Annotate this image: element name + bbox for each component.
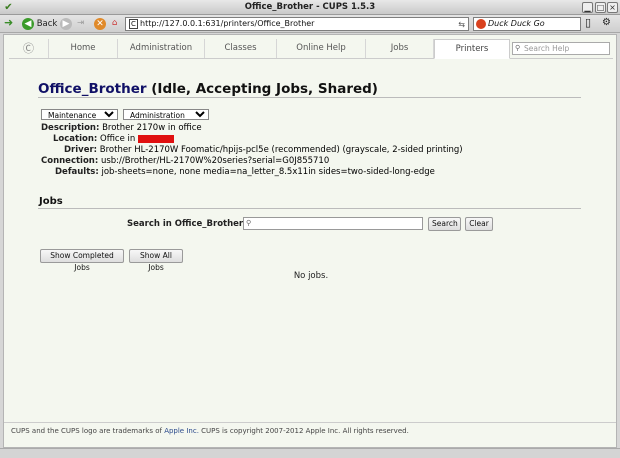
tools-icon[interactable]: ⚙ [602,17,611,28]
search-icon: ⚲ [246,219,252,227]
cups-tabbar: Ⓒ Home Administration Classes Online Hel… [9,39,613,59]
description-row: Description: Brother 2170w in office [41,123,202,133]
help-search-placeholder: Search Help [524,44,570,53]
forward-arrow-icon[interactable]: ➜ [4,16,13,29]
url-text: http://127.0.0.1:631/printers/Office_Bro… [140,19,315,28]
forward-button[interactable]: ▶ [60,18,72,30]
cups-page: Ⓒ Home Administration Classes Online Hel… [3,34,617,448]
page-favicon-icon: C [129,19,138,29]
clear-button[interactable]: Clear [465,217,493,231]
search-button[interactable]: Search [428,217,461,231]
search-engine-label: Duck Duck Go [488,19,545,28]
footer-suffix: CUPS is copyright 2007-2012 Apple Inc. A… [198,427,409,435]
home-icon[interactable]: ⌂ [112,18,117,28]
title-divider [38,97,581,98]
administration-select[interactable]: Administration [123,109,209,120]
page-footer: CUPS and the CUPS logo are trademarks of… [4,422,616,438]
location-row: Location: Office in [53,134,174,144]
back-arrow-icon: ◀ [22,18,34,30]
search-icon: ⚲ [515,44,521,52]
forward-icon: ▶ [60,18,72,30]
footer-prefix: CUPS and the CUPS logo are trademarks of [11,427,165,435]
no-jobs-message: No jobs. [293,271,329,281]
location-value: Office in [100,134,136,144]
show-completed-jobs-button[interactable]: Show Completed Jobs [40,249,124,272]
printer-name-link[interactable]: Office_Brother [38,81,147,97]
defaults-value: job-sheets=none, none media=na_letter_8.… [101,167,435,177]
tab-administration[interactable]: Administration [118,39,205,58]
tab-printers[interactable]: Printers [434,39,510,59]
bookmarks-icon[interactable]: ▯ [585,16,591,29]
back-button[interactable]: ◀ Back [22,18,57,30]
minimize-icon[interactable]: ▁ [582,2,593,13]
description-key: Description: [41,123,100,133]
tab-classes[interactable]: Classes [205,39,277,58]
cups-logo-icon[interactable]: Ⓒ [9,39,49,58]
jobs-divider [38,208,581,209]
window-titlebar: ✔ Office_Brother - CUPS 1.5.3 ▁ □ × [0,0,620,15]
defaults-key: Defaults: [55,167,99,177]
driver-key: Driver: [64,145,98,155]
browser-toolbar: ➜ ◀ Back ▶ ⇥ ✕ ⌂ C http://127.0.0.1:631/… [0,15,620,33]
jobs-search-label: Search in Office_Brother: [127,219,247,229]
go-icon[interactable]: ⇆ [458,19,465,31]
tab-jobs[interactable]: Jobs [366,39,434,58]
url-bar[interactable]: C http://127.0.0.1:631/printers/Office_B… [125,17,469,31]
page-title: Office_Brother (Idle, Accepting Jobs, Sh… [38,81,378,97]
tab-online-help[interactable]: Online Help [277,39,366,58]
connection-row: Connection: usb://Brother/HL-2170W%20ser… [41,156,329,166]
maintenance-select[interactable]: Maintenance [41,109,118,120]
close-icon[interactable]: × [607,2,618,13]
browser-search-bar[interactable]: Duck Duck Go [473,17,581,31]
redacted-block [137,134,174,143]
driver-value: Brother HL-2170W Foomatic/hpijs-pcl5e (r… [99,145,463,155]
connection-value: usb://Brother/HL-2170W%20series?serial=G… [100,156,330,166]
jobs-search-input[interactable]: ⚲ [243,217,423,230]
window-title: Office_Brother - CUPS 1.5.3 [244,2,376,12]
reload-icon[interactable]: ⇥ [77,18,84,28]
browser-statusbar [0,448,620,458]
tab-home[interactable]: Home [49,39,118,58]
description-value: Brother 2170w in office [102,123,202,133]
apple-link[interactable]: Apple Inc. [164,427,199,435]
back-label: Back [36,19,58,29]
jobs-heading: Jobs [39,196,63,207]
driver-row: Driver: Brother HL-2170W Foomatic/hpijs-… [64,145,463,155]
defaults-row: Defaults: job-sheets=none, none media=na… [55,167,435,177]
connection-key: Connection: [41,156,99,166]
help-search-input[interactable]: ⚲ Search Help [512,42,610,55]
printer-status: (Idle, Accepting Jobs, Shared) [151,81,378,97]
location-key: Location: [53,134,98,144]
maximize-icon[interactable]: □ [595,2,606,13]
stop-icon: ✕ [94,18,106,30]
stop-button[interactable]: ✕ [94,18,106,30]
show-all-jobs-button[interactable]: Show All Jobs [129,249,183,272]
duckduckgo-icon [476,19,486,29]
